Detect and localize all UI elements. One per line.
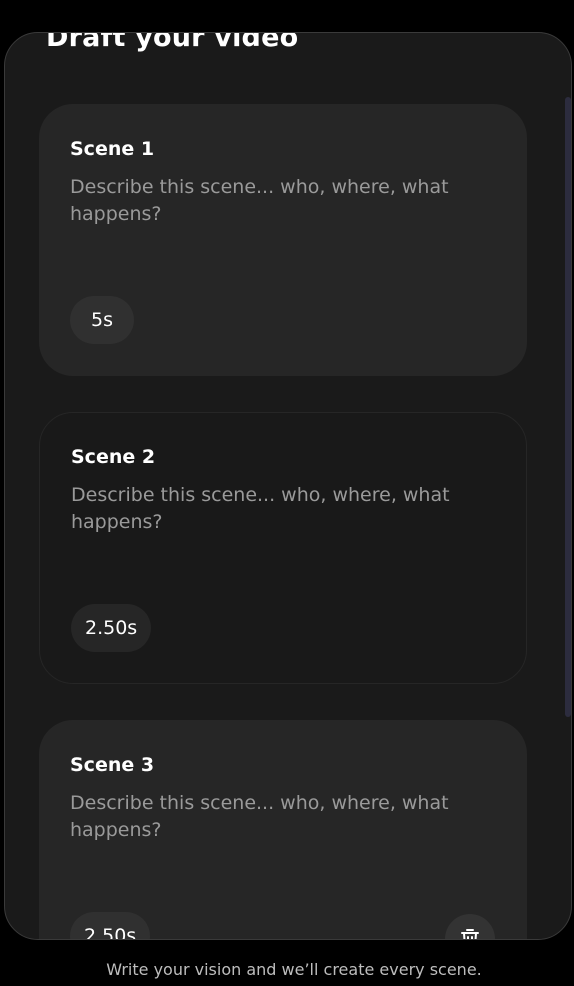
panel-title: Draft your video [46, 32, 299, 53]
duration-pill[interactable]: 2.50s [70, 912, 151, 939]
scene-prompt-input[interactable]: Describe this scene... who, where, what … [70, 790, 490, 844]
draft-panel: Draft your video Scene 1 Describe this s… [4, 32, 572, 940]
scene-card-1[interactable]: Scene 1 Describe this scene... who, wher… [39, 104, 527, 376]
scene-prompt-input[interactable]: Describe this scene... who, where, what … [71, 482, 491, 536]
scene-card-3[interactable]: Scene 3 Describe this scene... who, wher… [39, 720, 527, 939]
delete-scene-button[interactable] [445, 914, 495, 939]
scene-title: Scene 2 [71, 446, 156, 468]
trash-icon [461, 929, 479, 939]
footer-note: Write your vision and we’ll create every… [106, 960, 482, 979]
scene-title: Scene 1 [70, 138, 155, 160]
scene-card-2[interactable]: Scene 2 Describe this scene... who, wher… [39, 412, 527, 684]
duration-pill[interactable]: 5s [70, 296, 134, 344]
scene-title: Scene 3 [70, 754, 155, 776]
scrollbar-thumb[interactable] [565, 97, 571, 717]
duration-pill[interactable]: 2.50s [71, 604, 152, 652]
scene-prompt-input[interactable]: Describe this scene... who, where, what … [70, 174, 490, 228]
